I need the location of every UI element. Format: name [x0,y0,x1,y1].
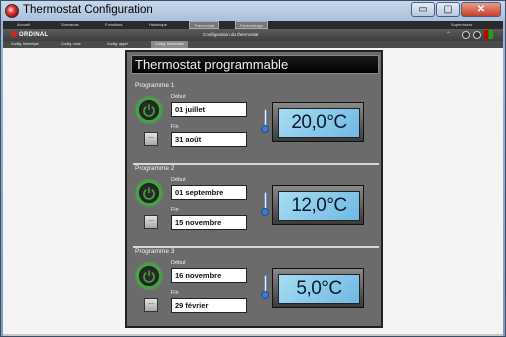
flag-icon[interactable] [484,30,493,39]
brand-logo: ORDINAL [11,31,48,38]
program-label: Programme 3 [135,248,175,255]
start-label: Début [171,260,186,266]
tab-config-thermique[interactable]: Config. thermique [11,41,39,48]
header-icons: ⌃ [446,30,493,39]
power-button[interactable] [137,98,161,122]
logo-mark-icon [11,31,17,37]
program-label: Programme 1 [135,82,175,89]
start-date-field[interactable]: 01 septembre [171,185,247,200]
temperature-value: 12,0°C [291,195,347,216]
menu-item-fonctions[interactable]: Fonctions [105,21,122,29]
settings-icon[interactable] [473,30,481,39]
thermometer-icon [261,192,269,216]
program-section-2: Programme 2 ... Début 01 septembre Fin 1… [133,165,379,248]
power-icon [143,187,155,200]
minimize-button[interactable]: ▭ [411,2,435,17]
power-button[interactable] [137,181,161,205]
menu-item-parametrage[interactable]: Parametrage [235,21,269,29]
app-header: ORDINAL Configuration du thermostat ⌃ [3,29,503,41]
menu-item-thermostat[interactable]: Thermostat [189,21,220,29]
end-label: Fin [171,124,179,130]
program-section-1: Programme 1 ... Début 01 juillet Fin 31 … [133,82,379,165]
brand-name: ORDINAL [19,32,49,38]
edit-button[interactable]: ... [144,132,158,146]
window-controls: ▭ ▢ ✕ [411,2,501,17]
thermostat-panel: Thermostat programmable Programme 1 ... … [125,50,383,328]
start-label: Début [171,177,186,183]
start-date-field[interactable]: 16 novembre [171,268,247,283]
temperature-display: 5,0°C [272,268,364,308]
end-label: Fin [171,290,179,296]
temperature-value: 5,0°C [296,278,342,299]
user-status: Superviseur [451,22,473,27]
minus-icon[interactable] [462,30,470,39]
title-bar: Thermostat Configuration ▭ ▢ ✕ [1,1,505,21]
program-label: Programme 2 [135,165,175,172]
start-label: Début [171,94,186,100]
tab-config-zone[interactable]: Config. zone [61,41,81,48]
power-icon [143,270,155,283]
tab-config-appel[interactable]: Config. appel [107,41,128,48]
thermometer-icon [261,275,269,299]
maximize-button[interactable]: ▢ [436,2,460,17]
status-strip [3,334,503,336]
panel-title: Thermostat programmable [135,57,289,72]
temperature-display: 12,0°C [272,185,364,225]
menu-item-scenarios[interactable]: Scenarios [61,21,79,29]
temperature-display: 20,0°C [272,102,364,142]
menu-item-accueil[interactable]: Accueil [17,21,30,29]
close-button[interactable]: ✕ [461,2,501,17]
panel-header: Thermostat programmable [131,55,379,74]
power-button[interactable] [137,264,161,288]
tab-strip: Config. thermique Config. zone Config. a… [3,41,503,48]
end-date-field[interactable]: 15 novembre [171,215,247,230]
menu-item-historique[interactable]: Historique [149,21,167,29]
end-label: Fin [171,207,179,213]
end-date-field[interactable]: 31 août [171,132,247,147]
window-title: Thermostat Configuration [23,4,153,16]
app-icon [5,4,19,18]
edit-button[interactable]: ... [144,298,158,312]
program-section-3: Programme 3 ... Début 16 novembre Fin 29… [133,248,379,326]
application-window: Thermostat Configuration ▭ ▢ ✕ Accueil S… [0,0,506,337]
temperature-value: 20,0°C [291,112,347,133]
header-title: Configuration du thermostat [203,32,259,37]
power-icon [143,104,155,117]
end-date-field[interactable]: 29 février [171,298,247,313]
start-date-field[interactable]: 01 juillet [171,102,247,117]
menu-bar: Accueil Scenarios Fonctions Historique T… [3,21,503,29]
tab-config-thermostat[interactable]: Config. thermostat [151,41,188,48]
edit-button[interactable]: ... [144,215,158,229]
thermometer-icon [261,109,269,133]
chevron-up-icon[interactable]: ⌃ [446,31,451,38]
